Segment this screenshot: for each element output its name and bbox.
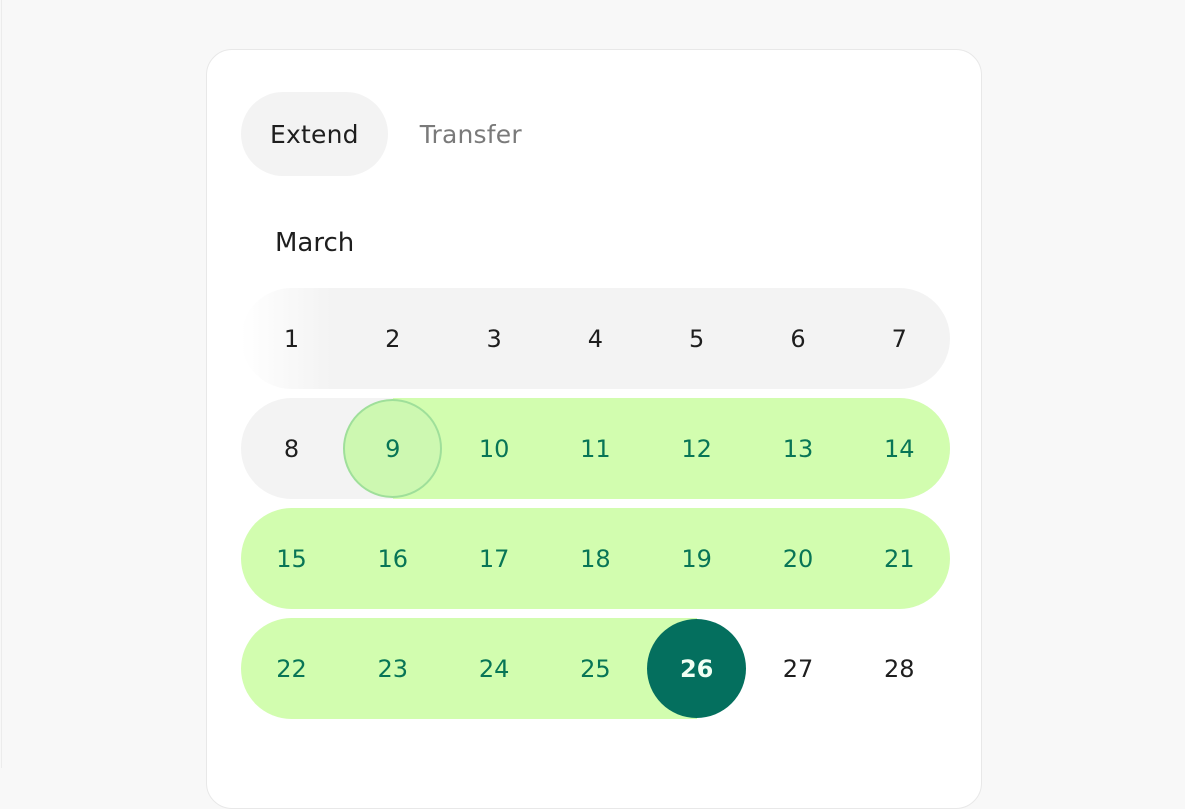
calendar-day[interactable]: 8 xyxy=(241,398,342,499)
calendar-day[interactable]: 2 xyxy=(342,288,443,389)
day-number: 11 xyxy=(580,434,611,463)
calendar-day[interactable]: 15 xyxy=(241,508,342,609)
day-number: 24 xyxy=(478,654,510,683)
calendar-day[interactable]: 18 xyxy=(545,508,646,609)
day-number: 4 xyxy=(587,324,604,353)
calendar-grid: 1 2 3 4 5 6 7 8 9 10 11 12 13 14 15 16 17 18 19 20 21 22 23 24 2… xyxy=(241,288,950,728)
tab-extend[interactable]: Extend xyxy=(241,92,388,176)
day-number: 20 xyxy=(782,544,814,573)
day-number: 23 xyxy=(377,654,409,683)
day-number: 13 xyxy=(782,434,814,463)
day-number: 21 xyxy=(884,544,915,573)
day-number: 28 xyxy=(884,654,915,683)
calendar-day[interactable]: 13 xyxy=(748,398,849,499)
window-edge xyxy=(1,0,2,768)
calendar-day[interactable]: 4 xyxy=(545,288,646,389)
day-number: 18 xyxy=(580,544,611,573)
day-number: 14 xyxy=(884,434,915,463)
day-number: 9 xyxy=(385,434,401,463)
day-number: 5 xyxy=(689,324,705,353)
day-number: 12 xyxy=(681,434,712,463)
day-number: 26 xyxy=(679,654,714,683)
month-label: March xyxy=(275,228,355,258)
day-number: 8 xyxy=(283,434,300,463)
calendar-day[interactable]: 22 xyxy=(241,618,342,719)
calendar-day[interactable]: 17 xyxy=(444,508,545,609)
calendar-day[interactable]: 28 xyxy=(849,618,950,719)
calendar-week-row: 8 9 10 11 12 13 14 xyxy=(241,398,950,499)
day-number: 27 xyxy=(782,654,814,683)
day-number: 2 xyxy=(385,324,401,353)
mode-tabs: Extend Transfer xyxy=(241,92,551,176)
day-number: 1 xyxy=(283,324,300,353)
day-number: 7 xyxy=(891,324,907,353)
day-number: 6 xyxy=(790,324,806,353)
day-number: 25 xyxy=(580,654,611,683)
calendar-day[interactable]: 1 xyxy=(241,288,342,389)
day-number: 10 xyxy=(478,434,510,463)
day-number: 3 xyxy=(486,324,502,353)
day-number: 15 xyxy=(276,544,307,573)
tab-transfer[interactable]: Transfer xyxy=(388,92,551,176)
calendar-day[interactable]: 10 xyxy=(444,398,545,499)
calendar-day[interactable]: 20 xyxy=(748,508,849,609)
calendar-week-row: 22 23 24 25 26 27 28 xyxy=(241,618,950,719)
calendar-day[interactable]: 24 xyxy=(444,618,545,719)
calendar-day[interactable]: 14 xyxy=(849,398,950,499)
calendar-day-range-end[interactable]: 26 xyxy=(646,618,747,719)
calendar-day[interactable]: 12 xyxy=(646,398,747,499)
calendar-week-row: 1 2 3 4 5 6 7 xyxy=(241,288,950,389)
calendar-day[interactable]: 25 xyxy=(545,618,646,719)
calendar-day[interactable]: 3 xyxy=(444,288,545,389)
calendar-day[interactable]: 6 xyxy=(748,288,849,389)
date-picker-card: Extend Transfer March 1 2 3 4 5 6 7 8 9 10 11 12 13 1… xyxy=(206,49,982,809)
calendar-day[interactable]: 16 xyxy=(342,508,443,609)
calendar-day[interactable]: 7 xyxy=(849,288,950,389)
day-number: 22 xyxy=(276,654,307,683)
day-number: 17 xyxy=(478,544,510,573)
calendar-week-row: 15 16 17 18 19 20 21 xyxy=(241,508,950,609)
calendar-day[interactable]: 5 xyxy=(646,288,747,389)
calendar-day[interactable]: 21 xyxy=(849,508,950,609)
calendar-day[interactable]: 23 xyxy=(342,618,443,719)
day-number: 16 xyxy=(377,544,409,573)
calendar-day[interactable]: 19 xyxy=(646,508,747,609)
day-number: 19 xyxy=(681,544,712,573)
calendar-day-range-start[interactable]: 9 xyxy=(342,398,443,499)
calendar-day[interactable]: 11 xyxy=(545,398,646,499)
calendar-day[interactable]: 27 xyxy=(748,618,849,719)
